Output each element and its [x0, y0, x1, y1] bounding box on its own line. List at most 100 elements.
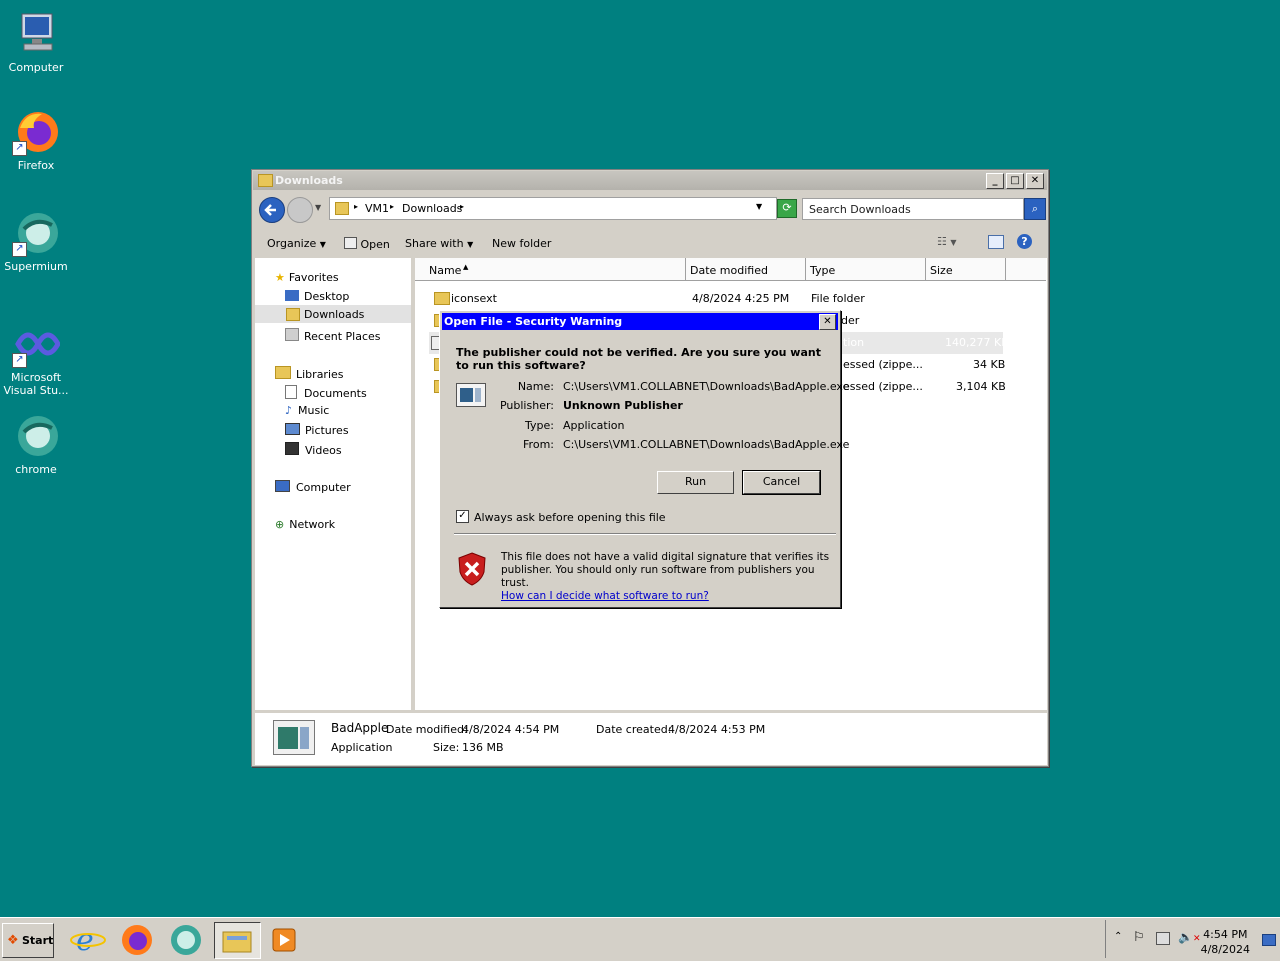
- organize-button[interactable]: Organize ▼: [267, 237, 326, 250]
- name-value: C:\Users\VM1.COLLABNET\Downloads\BadAppl…: [563, 380, 850, 393]
- clock-time: 4:54 PM: [1203, 928, 1248, 941]
- shortcut-arrow-icon: ↗: [12, 141, 27, 156]
- action-center-flag-icon[interactable]: ⚐: [1133, 930, 1145, 945]
- nav-music[interactable]: ♪ Music: [285, 404, 329, 417]
- shortcut-arrow-icon: ↗: [12, 242, 27, 257]
- dialog-question: The publisher could not be verified. Are…: [456, 346, 821, 372]
- dialog-titlebar[interactable]: Open File - Security Warning ✕: [442, 313, 838, 330]
- search-button[interactable]: ⌕: [1024, 198, 1046, 220]
- view-options-icon[interactable]: ☷ ▼: [937, 235, 957, 248]
- nav-videos[interactable]: Videos: [285, 442, 342, 457]
- help-icon[interactable]: ?: [1017, 234, 1032, 249]
- start-button[interactable]: ❖ Start: [2, 923, 54, 958]
- back-button[interactable]: [259, 197, 285, 223]
- navigation-bar: ▼ ▸ VM1 ▸ Downloads ▸ ▼ ⟳ Search Downloa…: [253, 191, 1047, 227]
- star-icon: ★: [275, 271, 285, 284]
- search-input[interactable]: Search Downloads: [802, 198, 1024, 220]
- always-ask-label[interactable]: Always ask before opening this file: [474, 511, 666, 524]
- desktop-icon-supermium[interactable]: ↗ Supermium: [0, 209, 72, 273]
- firefox-icon: [122, 925, 152, 955]
- desktop-icon-label: Firefox: [17, 159, 55, 172]
- details-date-modified: 4/8/2024 4:54 PM: [462, 723, 560, 736]
- refresh-button[interactable]: ⟳: [777, 199, 797, 218]
- nav-downloads[interactable]: Downloads: [255, 305, 411, 323]
- taskbar-explorer[interactable]: [214, 922, 261, 959]
- from-label: From:: [523, 438, 554, 451]
- always-ask-checkbox[interactable]: ✓: [456, 510, 469, 523]
- close-button[interactable]: ✕: [1026, 173, 1044, 189]
- navigation-pane: ★ Favorites Desktop Downloads Recent Plac…: [255, 258, 411, 710]
- search-icon: ⌕: [1031, 202, 1039, 215]
- minimize-button[interactable]: _: [986, 173, 1004, 189]
- security-warning-dialog: Open File - Security Warning ✕ The publi…: [439, 310, 849, 608]
- details-date-modified-label: Date modified:: [386, 723, 468, 736]
- details-pane: BadApple Date modified: 4/8/2024 4:54 PM…: [255, 713, 1047, 765]
- nav-documents[interactable]: Documents: [285, 385, 367, 400]
- libraries-icon: [275, 366, 291, 379]
- desktop-icon-computer[interactable]: Computer: [0, 10, 72, 74]
- preview-pane-icon[interactable]: [988, 235, 1004, 249]
- windows-logo-icon: ❖: [7, 933, 19, 948]
- pictures-icon: [285, 423, 300, 435]
- maximize-button[interactable]: □: [1006, 173, 1024, 189]
- desktop-icon-chrome[interactable]: chrome: [0, 412, 72, 476]
- address-dropdown-icon[interactable]: ▼: [756, 202, 762, 211]
- clock[interactable]: 4:54 PM 4/8/2024: [1201, 927, 1250, 957]
- run-button[interactable]: Run: [657, 471, 734, 494]
- column-header-size[interactable]: Size: [926, 258, 1006, 281]
- folder-icon: [258, 174, 273, 187]
- type-label: Type:: [525, 419, 554, 432]
- back-arrow-icon: [264, 204, 276, 216]
- forward-button[interactable]: [287, 197, 313, 223]
- name-label: Name:: [517, 380, 554, 393]
- details-size: 136 MB: [462, 741, 504, 754]
- nav-computer[interactable]: Computer: [275, 480, 351, 494]
- file-row[interactable]: iconsext 4/8/2024 4:25 PM File folder: [415, 288, 1015, 310]
- column-header-date[interactable]: Date modified: [686, 258, 806, 281]
- column-header-type[interactable]: Type: [806, 258, 926, 281]
- recent-pages-dropdown[interactable]: ▼: [315, 203, 321, 212]
- desktop-icon-firefox[interactable]: ↗ Firefox: [0, 108, 72, 172]
- taskbar-media-player[interactable]: [265, 922, 305, 957]
- nav-desktop[interactable]: Desktop: [285, 290, 349, 303]
- publisher-value: Unknown Publisher: [563, 399, 683, 412]
- new-folder-button[interactable]: New folder: [492, 237, 551, 250]
- open-icon: [344, 237, 357, 249]
- warning-text: This file does not have a valid digital …: [501, 551, 830, 589]
- from-value: C:\Users\VM1.COLLABNET\Downloads\BadAppl…: [563, 438, 850, 451]
- show-desktop-button[interactable]: [1262, 934, 1276, 946]
- details-file-kind: Application: [331, 741, 393, 754]
- dialog-title: Open File - Security Warning: [444, 315, 623, 328]
- network-tray-icon[interactable]: [1156, 932, 1170, 945]
- taskbar-firefox[interactable]: [117, 922, 157, 957]
- explorer-titlebar[interactable]: Downloads _ □ ✕: [253, 171, 1047, 190]
- visual-studio-icon: ↗: [12, 320, 61, 368]
- svg-text:e: e: [76, 923, 94, 957]
- volume-muted-icon[interactable]: 🔈✕: [1178, 930, 1201, 944]
- desktop-icon: [285, 290, 299, 301]
- details-date-created: 4/8/2024 4:53 PM: [668, 723, 766, 736]
- cancel-button[interactable]: Cancel: [742, 470, 821, 495]
- desktop-icon-visual-studio[interactable]: ↗ Microsoft Visual Stu...: [0, 320, 72, 397]
- address-bar[interactable]: ▸ VM1 ▸ Downloads ▸ ▼: [329, 197, 777, 220]
- supermium-icon: ↗: [12, 209, 60, 257]
- file-explorer-icon: [222, 931, 252, 953]
- documents-icon: [285, 385, 297, 399]
- open-button[interactable]: Open: [344, 237, 390, 251]
- nav-network[interactable]: ⊕ Network: [275, 518, 335, 531]
- nav-favorites[interactable]: ★ Favorites: [275, 271, 339, 284]
- type-value: Application: [563, 419, 625, 432]
- breadcrumb-downloads[interactable]: Downloads: [402, 202, 462, 215]
- nav-pictures[interactable]: Pictures: [285, 423, 349, 437]
- dialog-close-button[interactable]: ✕: [819, 314, 836, 330]
- show-hidden-icons-button[interactable]: ⌃: [1114, 931, 1122, 942]
- help-link[interactable]: How can I decide what software to run?: [501, 590, 709, 602]
- column-header-name[interactable]: Name ▲: [415, 258, 686, 281]
- desktop-icon-label: chrome: [15, 463, 57, 476]
- nav-recent-places[interactable]: Recent Places: [285, 328, 381, 343]
- nav-libraries[interactable]: Libraries: [275, 366, 344, 381]
- share-with-button[interactable]: Share with ▼: [405, 237, 473, 250]
- breadcrumb-vm1[interactable]: VM1: [365, 202, 389, 215]
- taskbar-supermium[interactable]: [166, 922, 206, 957]
- taskbar-internet-explorer[interactable]: e: [68, 922, 108, 958]
